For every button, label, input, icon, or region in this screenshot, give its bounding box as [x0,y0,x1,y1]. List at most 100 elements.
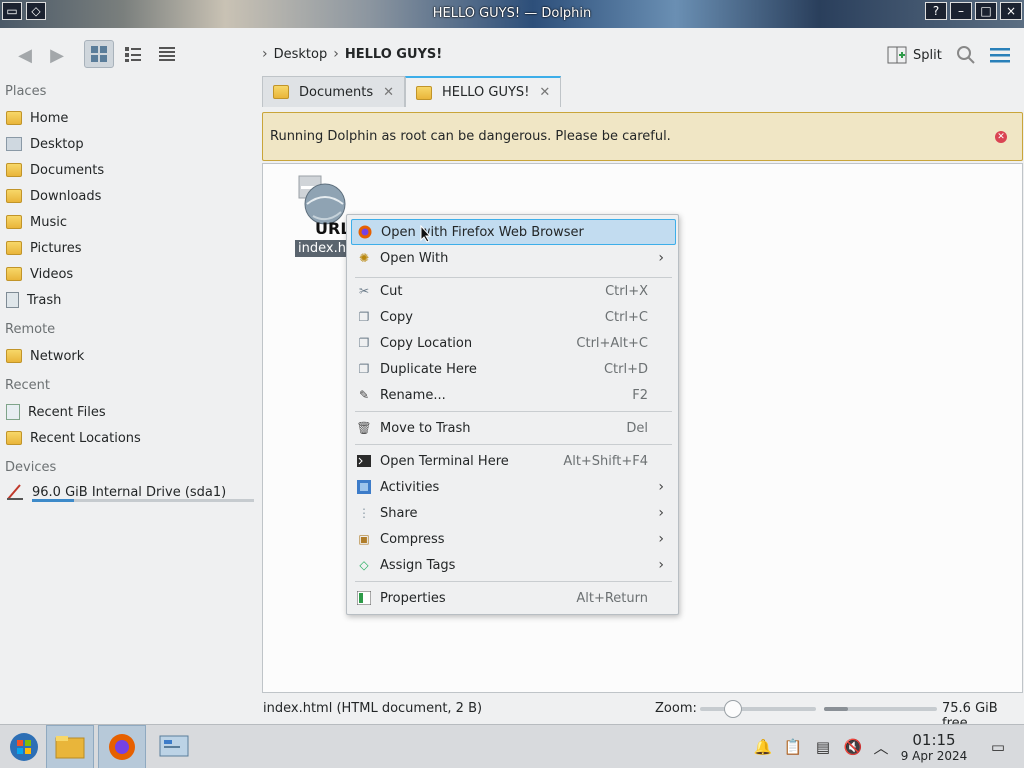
menu-item-shortcut: Ctrl+C [604,309,648,325]
menu-item-copy[interactable]: ❐ Copy Ctrl+C [351,304,676,330]
menu-item-duplicate-here[interactable]: ❐ Duplicate Here Ctrl+D [351,356,676,382]
maximize-button[interactable]: □ [975,2,997,20]
tab-hello-guys[interactable]: HELLO GUYS! ✕ [405,76,562,107]
menu-item-move-to-trash[interactable]: 🗑 Move to Trash Del [351,415,676,441]
sidebar-item-documents[interactable]: Documents [6,159,104,181]
chevron-right-icon: › [658,531,664,547]
menu-item-compress[interactable]: ▣ Compress › [351,526,676,552]
menu-item-activities[interactable]: Activities › [351,474,676,500]
section-places: Places [5,84,47,99]
menu-item-open-terminal[interactable]: Open Terminal Here Alt+Shift+F4 [351,448,676,474]
split-button[interactable]: Split [887,42,942,68]
activities-icon [356,479,372,495]
close-banner-icon[interactable]: ✕ [995,131,1007,143]
sidebar-item-label: 96.0 GiB Internal Drive (sda1) [32,484,227,500]
duplicate-icon: ❐ [358,362,370,376]
help-button[interactable]: ? [925,2,947,20]
network-folder-icon [6,349,22,363]
section-devices: Devices [5,460,57,475]
sidebar-item-recent-files[interactable]: Recent Files [6,401,106,423]
folder-icon [416,85,433,100]
context-menu: Open with Firefox Web Browser ✺ Open Wit… [346,214,679,615]
menu-item-share[interactable]: ⋮ Share › [351,500,676,526]
menu-item-assign-tags[interactable]: ◇ Assign Tags › [351,552,676,578]
minimize-button[interactable]: – [950,2,972,20]
icons-view-button[interactable] [84,40,114,68]
sidebar-item-network[interactable]: Network [6,345,84,367]
menu-separator [355,581,672,582]
zoom-slider[interactable] [700,700,816,718]
volume-muted-icon[interactable]: 🔇 [843,737,863,757]
compact-view-button[interactable] [118,40,148,68]
clipboard-icon[interactable]: 📋 [783,737,803,757]
sidebar-item-music[interactable]: Music [6,211,67,233]
menu-item-label: Assign Tags [380,557,456,573]
sidebar-item-recent-locations[interactable]: Recent Locations [6,427,141,449]
taskbar-system-settings[interactable] [150,725,198,768]
trash-icon [6,292,19,308]
drive-usage-fill [32,499,74,502]
menu-item-rename[interactable]: ✎ Rename... F2 [351,382,676,408]
drive-usage-bar [32,499,254,502]
sidebar-item-videos[interactable]: Videos [6,263,73,285]
menu-item-label: Open Terminal Here [380,453,509,469]
notifications-bell-icon[interactable]: 🔔 [753,737,773,757]
zoom-slider-handle[interactable] [724,700,742,718]
window-titlebar[interactable]: ▭ ◇ HELLO GUYS! — Dolphin ? – □ × [0,0,1024,28]
close-tab-icon[interactable]: ✕ [383,85,394,100]
taskbar-dolphin[interactable] [46,725,94,768]
forward-arrow-icon[interactable]: ▶ [44,44,70,66]
show-desktop-icon[interactable]: ▭ [988,737,1008,757]
terminal-icon [356,453,372,469]
menu-item-label: Properties [380,590,446,606]
tab-documents[interactable]: Documents ✕ [262,76,406,107]
menu-item-copy-location[interactable]: ❐ Copy Location Ctrl+Alt+C [351,330,676,356]
folder-icon [273,85,289,99]
menu-item-label: Copy Location [380,335,473,351]
back-arrow-icon[interactable]: ◀ [12,44,38,66]
clipboard-manager-icon[interactable]: ▤ [813,737,833,757]
videos-folder-icon [6,267,22,281]
icons-view-icon [91,46,107,62]
breadcrumb-desktop[interactable]: Desktop [274,47,328,62]
sidebar-item-home[interactable]: Home [6,107,68,129]
menu-item-cut[interactable]: ✂ Cut Ctrl+X [351,278,676,304]
tab-label: Documents [299,84,374,100]
menu-item-label: Copy [380,309,413,325]
chevron-right-icon: › [262,46,268,62]
expand-tray-icon[interactable]: ︿ [871,737,891,757]
menu-item-open-firefox[interactable]: Open with Firefox Web Browser [351,219,676,245]
recent-files-icon [6,404,20,420]
toolbar: ◀ ▶ › Desktop › HELLO GUYS! Split [0,28,1024,80]
breadcrumb-current[interactable]: HELLO GUYS! [345,47,442,62]
firefox-icon [109,734,135,760]
menu-item-properties[interactable]: Properties Alt+Return [351,585,676,611]
hamburger-menu-icon[interactable] [989,44,1011,66]
compact-view-icon [125,47,141,62]
sidebar-item-label: Network [30,348,85,364]
taskbar-firefox[interactable] [98,725,146,768]
sidebar-item-desktop[interactable]: Desktop [6,133,84,155]
menu-item-open-with[interactable]: ✺ Open With › [351,245,676,271]
tab-bar: Documents ✕ HELLO GUYS! ✕ [262,76,562,107]
compress-icon: ▣ [358,532,370,546]
close-button[interactable]: × [1000,2,1022,20]
rename-icon: ✎ [358,388,370,402]
search-icon[interactable] [955,44,977,66]
tag-icon: ◇ [359,558,369,572]
sidebar-item-downloads[interactable]: Downloads [6,185,101,207]
start-menu-button[interactable] [0,725,48,768]
clock-date: 9 Apr 2024 [900,749,968,763]
sidebar-item-pictures[interactable]: Pictures [6,237,81,259]
details-view-button[interactable] [152,40,182,68]
sidebar-item-trash[interactable]: Trash [6,289,61,311]
kde-start-icon [10,733,38,761]
clock[interactable]: 01:15 9 Apr 2024 [898,731,970,763]
close-tab-icon[interactable]: ✕ [539,85,550,100]
sidebar-item-label: Downloads [30,188,102,204]
copy-icon: ❐ [358,310,370,324]
section-recent: Recent [5,378,50,393]
free-space-fill [824,707,848,711]
menu-item-label: Activities [380,479,440,495]
sidebar-item-label: Desktop [30,136,84,152]
